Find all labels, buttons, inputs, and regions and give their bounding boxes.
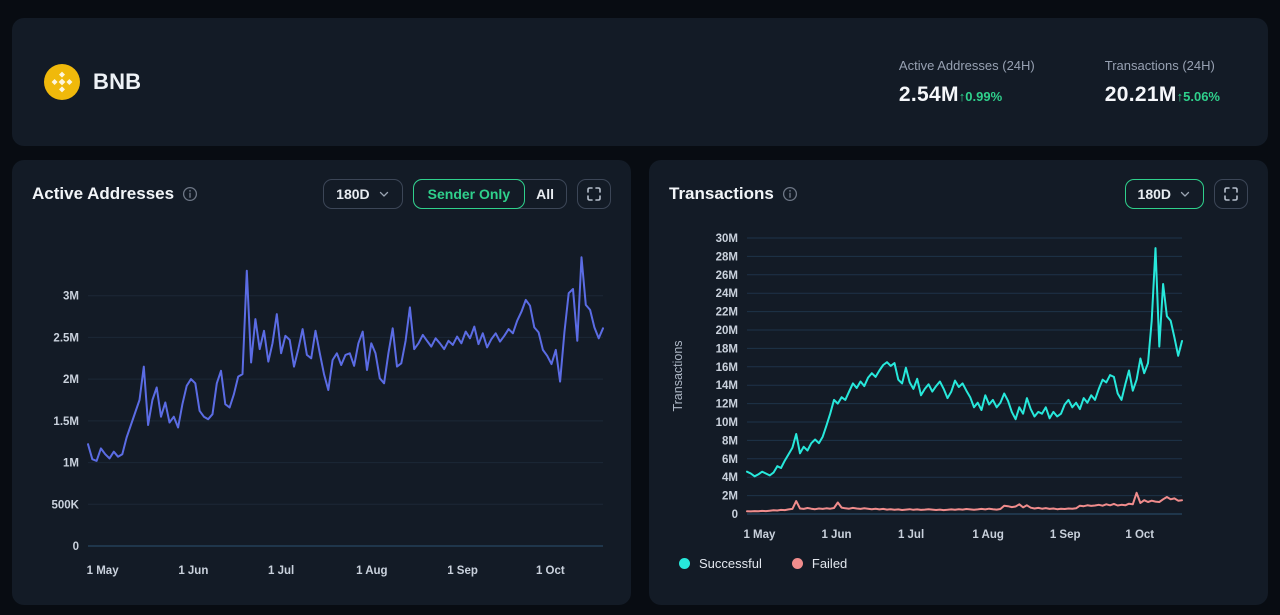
range-selector[interactable]: 180D [323, 179, 402, 209]
svg-text:0: 0 [73, 541, 79, 553]
coin-identity: BNB [44, 64, 141, 100]
svg-text:18M: 18M [716, 343, 738, 355]
stat-value: 20.21M [1105, 83, 1177, 107]
chart-title: Active Addresses [32, 184, 174, 204]
stat-change-pct: 0.99% [965, 89, 1002, 104]
svg-text:1 Sep: 1 Sep [1050, 529, 1081, 541]
legend-item-successful[interactable]: Successful [679, 556, 762, 571]
legend-item-failed[interactable]: Failed [792, 556, 847, 571]
stat-value: 2.54M [899, 83, 959, 107]
charts-row: Active Addresses 180D Sender Only All [12, 160, 1268, 605]
svg-text:4M: 4M [722, 472, 738, 484]
active-addresses-card: Active Addresses 180D Sender Only All [12, 160, 631, 605]
stat-change-pct: 5.06% [1183, 89, 1220, 104]
svg-text:8M: 8M [722, 435, 738, 447]
transactions-card: Transactions 180D [649, 160, 1268, 605]
legend-dot-successful [679, 558, 690, 569]
toggle-all[interactable]: All [524, 180, 566, 208]
legend-label: Failed [812, 556, 847, 571]
svg-text:3M: 3M [63, 291, 79, 303]
svg-text:14M: 14M [716, 380, 738, 392]
svg-text:1 Jul: 1 Jul [898, 529, 924, 541]
svg-text:22M: 22M [716, 307, 738, 319]
svg-text:1M: 1M [63, 458, 79, 470]
fullscreen-button[interactable] [1214, 179, 1248, 209]
svg-text:1 Oct: 1 Oct [1125, 529, 1154, 541]
svg-text:2M: 2M [722, 491, 738, 503]
coin-header-card: BNB Active Addresses (24H) 2.54M ↑0.99% … [12, 18, 1268, 146]
transactions-chart[interactable]: 0 2M 4M 6M 8M 10M 12M 14M 16M 18M 20M 22M 24M 26M 28M 3… [669, 226, 1248, 546]
svg-text:Transactions: Transactions [671, 340, 685, 411]
legend-dot-failed [792, 558, 803, 569]
svg-text:24M: 24M [716, 288, 738, 300]
svg-text:0: 0 [732, 509, 738, 521]
legend-label: Successful [699, 556, 762, 571]
chart-legend: Successful Failed [669, 556, 1248, 571]
svg-text:500K: 500K [52, 499, 80, 511]
svg-text:28M: 28M [716, 251, 738, 263]
svg-text:1 Jul: 1 Jul [268, 565, 294, 577]
bnb-coin-icon [44, 64, 80, 100]
page: BNB Active Addresses (24H) 2.54M ↑0.99% … [0, 0, 1280, 615]
svg-text:1 May: 1 May [87, 565, 120, 577]
stat-label: Active Addresses (24H) [899, 58, 1035, 73]
svg-text:1 Sep: 1 Sep [447, 565, 478, 577]
coin-name: BNB [93, 69, 141, 95]
svg-text:26M: 26M [716, 270, 738, 282]
svg-text:1 Aug: 1 Aug [356, 565, 388, 577]
chevron-down-icon [378, 188, 390, 200]
svg-text:10M: 10M [716, 417, 738, 429]
active-addresses-chart[interactable]: 0 500K 1M 1.5M 2M 2.5M 3M 1 May 1 Jun 1 Jul 1 Aug 1… [32, 242, 611, 582]
svg-text:12M: 12M [716, 399, 738, 411]
svg-text:1 Oct: 1 Oct [536, 565, 565, 577]
svg-text:1 Jun: 1 Jun [178, 565, 208, 577]
svg-text:1 Jun: 1 Jun [821, 529, 851, 541]
fullscreen-button[interactable] [577, 179, 611, 209]
range-label: 180D [1138, 186, 1171, 202]
stat-label: Transactions (24H) [1105, 58, 1220, 73]
svg-text:1 Aug: 1 Aug [972, 529, 1004, 541]
svg-text:6M: 6M [722, 454, 738, 466]
svg-text:1 May: 1 May [743, 529, 776, 541]
range-label: 180D [336, 186, 369, 202]
svg-text:16M: 16M [716, 362, 738, 374]
toggle-sender-only[interactable]: Sender Only [413, 179, 525, 209]
stat-active-addresses: Active Addresses (24H) 2.54M ↑0.99% [899, 58, 1035, 107]
fullscreen-icon [586, 186, 602, 202]
chevron-down-icon [1179, 188, 1191, 200]
info-icon[interactable] [182, 186, 198, 202]
stat-transactions: Transactions (24H) 20.21M ↑5.06% [1105, 58, 1220, 107]
svg-text:20M: 20M [716, 325, 738, 337]
address-type-toggle: Sender Only All [413, 179, 567, 209]
fullscreen-icon [1223, 186, 1239, 202]
info-icon[interactable] [782, 186, 798, 202]
stat-change: ↑0.99% [959, 89, 1002, 104]
header-stats: Active Addresses (24H) 2.54M ↑0.99% Tran… [899, 58, 1220, 107]
svg-text:2.5M: 2.5M [53, 332, 79, 344]
svg-text:2M: 2M [63, 374, 79, 386]
svg-text:30M: 30M [716, 233, 738, 245]
range-selector[interactable]: 180D [1125, 179, 1204, 209]
chart-title: Transactions [669, 184, 774, 204]
stat-change: ↑5.06% [1177, 89, 1220, 104]
svg-text:1.5M: 1.5M [53, 416, 79, 428]
